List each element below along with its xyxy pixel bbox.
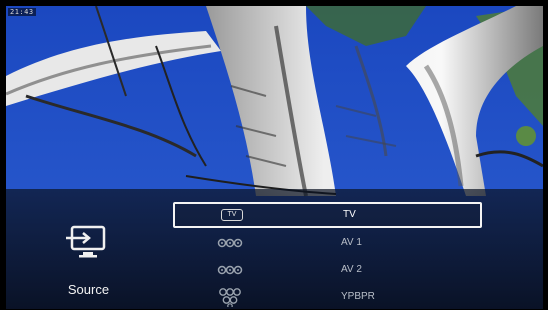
source-heading: Source [6,225,171,305]
source-item-label: YPBPR [341,291,375,302]
source-item-label: AV 2 [341,264,362,275]
source-list: TV TV AV 1 AV 2 YPBPR [173,198,482,309]
av-ports-icon [217,265,243,275]
source-menu-panel: Source TV TV AV 1 AV 2 YPBPR [6,189,543,309]
source-item-tv[interactable]: TV TV [173,202,482,228]
tv-screen: 21:43 Source TV TV AV 1 AV 2 YPBPR [6,6,543,309]
source-item-label: AV 1 [341,237,362,248]
av-ports-icon [217,238,243,248]
component-ports-icon [219,288,241,307]
source-title: Source [67,282,110,297]
tv-badge-icon: TV [217,209,247,223]
tv-badge-text: TV [221,209,243,221]
source-item-av1[interactable]: AV 1 [173,231,482,257]
source-item-av2[interactable]: AV 2 [173,258,482,284]
source-item-ypbpr[interactable]: YPBPR [173,285,482,309]
source-item-label: TV [343,209,356,220]
clock-readout: 21:43 [8,8,36,16]
source-input-icon [66,225,106,258]
